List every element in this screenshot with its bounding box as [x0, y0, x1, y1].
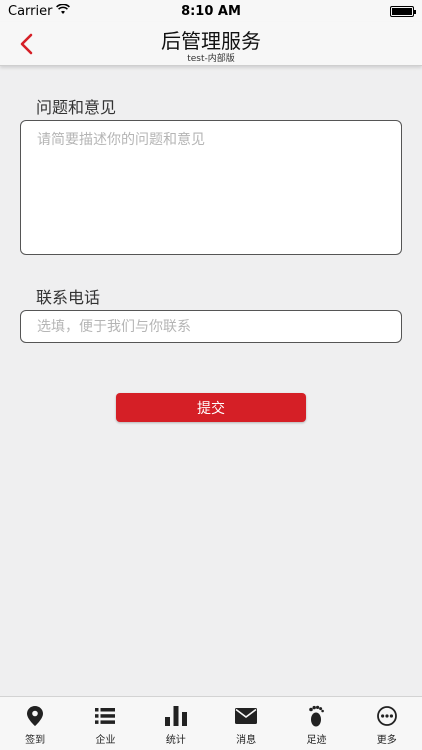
footprint-icon — [305, 705, 327, 727]
page-title: 后管理服务 — [161, 29, 261, 53]
tab-label: 足迹 — [306, 735, 327, 746]
tab-label: 消息 — [236, 735, 257, 746]
bar-chart-icon — [164, 705, 187, 727]
tab-company[interactable]: 企业 — [70, 697, 140, 750]
phone-input[interactable] — [20, 310, 402, 343]
question-textarea[interactable] — [20, 120, 402, 255]
battery-icon — [390, 5, 416, 17]
tab-footprint[interactable]: 足迹 — [281, 697, 351, 750]
more-icon — [376, 705, 398, 727]
tab-messages[interactable]: 消息 — [211, 697, 281, 750]
tab-label: 统计 — [165, 735, 186, 746]
location-pin-icon — [24, 705, 46, 727]
tab-label: 更多 — [376, 735, 397, 746]
envelope-icon — [235, 705, 258, 727]
tab-statistics[interactable]: 统计 — [141, 697, 211, 750]
phone-label: 联系电话 — [36, 288, 101, 307]
tab-label: 企业 — [95, 735, 116, 746]
status-time: 8:10 AM — [181, 3, 241, 19]
question-label: 问题和意见 — [36, 98, 117, 117]
tab-label: 签到 — [25, 735, 46, 746]
status-bar: Carrier 8:10 AM — [0, 0, 422, 22]
submit-button[interactable]: 提交 — [116, 393, 306, 422]
list-icon — [94, 705, 116, 727]
tab-bar: 签到 企业 统计 消息 足迹 更多 — [0, 696, 422, 750]
tab-more[interactable]: 更多 — [352, 697, 422, 750]
page-subtitle: test-内部版 — [187, 54, 235, 64]
nav-bar: 后管理服务 test-内部版 — [0, 22, 422, 66]
tab-checkin[interactable]: 签到 — [0, 697, 70, 750]
